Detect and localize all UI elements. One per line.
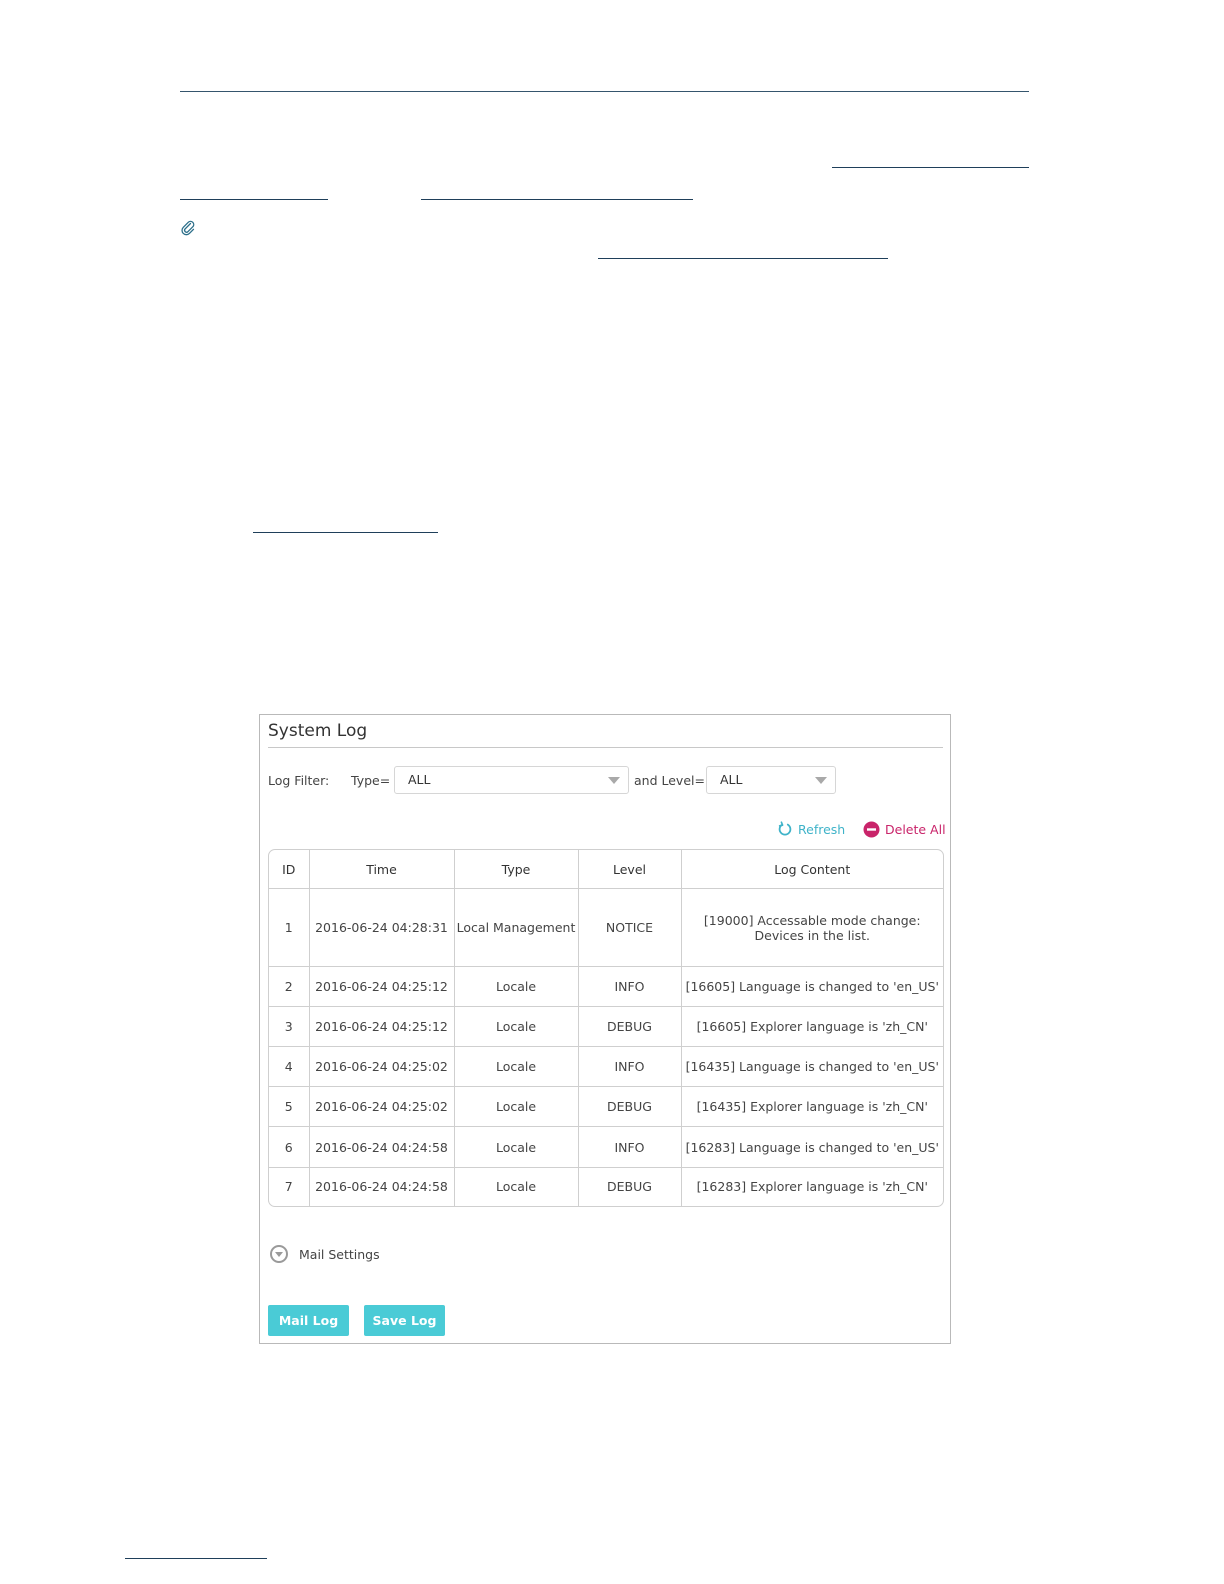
panel-title: System Log bbox=[268, 721, 368, 741]
header-type: Type bbox=[453, 850, 579, 890]
delete-all-label: Delete All bbox=[885, 822, 946, 837]
header-level: Level bbox=[577, 850, 682, 890]
log-table: ID Time Type Level Log Content 1 2016-06-… bbox=[268, 849, 944, 1207]
cell-time: 2016-06-24 04:24:58 bbox=[308, 1166, 455, 1206]
mail-settings-label: Mail Settings bbox=[299, 1246, 380, 1262]
chevron-down-icon bbox=[815, 777, 827, 784]
type-select[interactable]: ALL bbox=[394, 766, 629, 794]
cell-id: 6 bbox=[269, 1126, 310, 1168]
link-underline-3[interactable] bbox=[421, 199, 693, 200]
cell-time: 2016-06-24 04:25:12 bbox=[308, 966, 455, 1008]
cell-type: Locale bbox=[453, 1086, 579, 1128]
table-row: 6 2016-06-24 04:24:58 Locale INFO [16283] La… bbox=[269, 1126, 943, 1168]
refresh-icon bbox=[778, 821, 792, 836]
save-log-button[interactable]: Save Log bbox=[364, 1305, 445, 1336]
chevron-down-icon bbox=[608, 777, 620, 784]
cell-level: DEBUG bbox=[577, 1166, 682, 1206]
link-underline-5[interactable] bbox=[253, 532, 438, 533]
mail-settings-toggle[interactable]: Mail Settings bbox=[270, 1245, 380, 1263]
cell-type: Locale bbox=[453, 966, 579, 1008]
cell-log-content: [19000] Accessable mode change: Devices … bbox=[680, 888, 943, 968]
level-label: and Level= bbox=[634, 773, 705, 788]
cell-id: 2 bbox=[269, 966, 310, 1008]
paperclip-icon bbox=[181, 220, 195, 236]
cell-log-content: [16605] Language is changed to 'en_US' bbox=[680, 966, 943, 1008]
cell-level: INFO bbox=[577, 966, 682, 1008]
cell-id: 4 bbox=[269, 1046, 310, 1088]
cell-type: Local Management bbox=[453, 888, 579, 968]
cell-log-content: [16283] Language is changed to 'en_US' bbox=[680, 1126, 943, 1168]
table-row: 5 2016-06-24 04:25:02 Locale DEBUG [16435] E… bbox=[269, 1086, 943, 1128]
cell-level: DEBUG bbox=[577, 1006, 682, 1048]
table-header-row: ID Time Type Level Log Content bbox=[269, 850, 943, 890]
refresh-label: Refresh bbox=[798, 821, 846, 837]
type-label: Type= bbox=[351, 773, 391, 788]
table-row: 4 2016-06-24 04:25:02 Locale INFO [16435] La… bbox=[269, 1046, 943, 1088]
cell-level: NOTICE bbox=[577, 888, 682, 968]
level-select-value: ALL bbox=[720, 772, 743, 787]
cell-time: 2016-06-24 04:25:12 bbox=[308, 1006, 455, 1048]
cell-time: 2016-06-24 04:24:58 bbox=[308, 1126, 455, 1168]
cell-log-content: [16435] Explorer language is 'zh_CN' bbox=[680, 1086, 943, 1128]
minus-circle-icon bbox=[863, 821, 880, 838]
level-select[interactable]: ALL bbox=[706, 766, 836, 794]
table-row: 1 2016-06-24 04:28:31 Local Management NOTI… bbox=[269, 888, 943, 968]
mail-log-button[interactable]: Mail Log bbox=[268, 1305, 349, 1336]
cell-log-content: [16435] Language is changed to 'en_US' bbox=[680, 1046, 943, 1088]
cell-type: Locale bbox=[453, 1046, 579, 1088]
title-divider bbox=[268, 747, 943, 748]
top-rule bbox=[180, 91, 1029, 92]
link-underline-4[interactable] bbox=[598, 258, 888, 259]
cell-id: 1 bbox=[269, 888, 310, 968]
system-log-panel: System Log Log Filter: Type= ALL and Lev… bbox=[259, 714, 951, 1344]
cell-level: INFO bbox=[577, 1126, 682, 1168]
type-select-value: ALL bbox=[408, 772, 431, 787]
cell-time: 2016-06-24 04:25:02 bbox=[308, 1046, 455, 1088]
cell-id: 5 bbox=[269, 1086, 310, 1128]
cell-time: 2016-06-24 04:25:02 bbox=[308, 1086, 455, 1128]
header-time: Time bbox=[308, 850, 455, 890]
table-row: 3 2016-06-24 04:25:12 Locale DEBUG [16605] E… bbox=[269, 1006, 943, 1048]
cell-id: 3 bbox=[269, 1006, 310, 1048]
delete-all-button[interactable]: Delete All bbox=[863, 821, 946, 838]
table-row: 7 2016-06-24 04:24:58 Locale DEBUG [16283] E… bbox=[269, 1166, 943, 1206]
cell-log-content: [16605] Explorer language is 'zh_CN' bbox=[680, 1006, 943, 1048]
cell-id: 7 bbox=[269, 1166, 310, 1206]
header-id: ID bbox=[269, 850, 310, 890]
cell-time: 2016-06-24 04:28:31 bbox=[308, 888, 455, 968]
cell-type: Locale bbox=[453, 1126, 579, 1168]
cell-level: INFO bbox=[577, 1046, 682, 1088]
header-log-content: Log Content bbox=[680, 850, 943, 890]
cell-type: Locale bbox=[453, 1006, 579, 1048]
log-filter-label: Log Filter: bbox=[268, 773, 330, 788]
cell-type: Locale bbox=[453, 1166, 579, 1206]
expand-circle-icon bbox=[270, 1245, 288, 1263]
link-underline-2[interactable] bbox=[180, 199, 328, 200]
cell-level: DEBUG bbox=[577, 1086, 682, 1128]
table-row: 2 2016-06-24 04:25:12 Locale INFO [16605] La… bbox=[269, 966, 943, 1008]
cell-log-content: [16283] Explorer language is 'zh_CN' bbox=[680, 1166, 943, 1206]
link-underline-1[interactable] bbox=[832, 167, 1029, 168]
refresh-button[interactable]: Refresh bbox=[777, 821, 845, 837]
footer-link-underline[interactable] bbox=[125, 1558, 267, 1559]
